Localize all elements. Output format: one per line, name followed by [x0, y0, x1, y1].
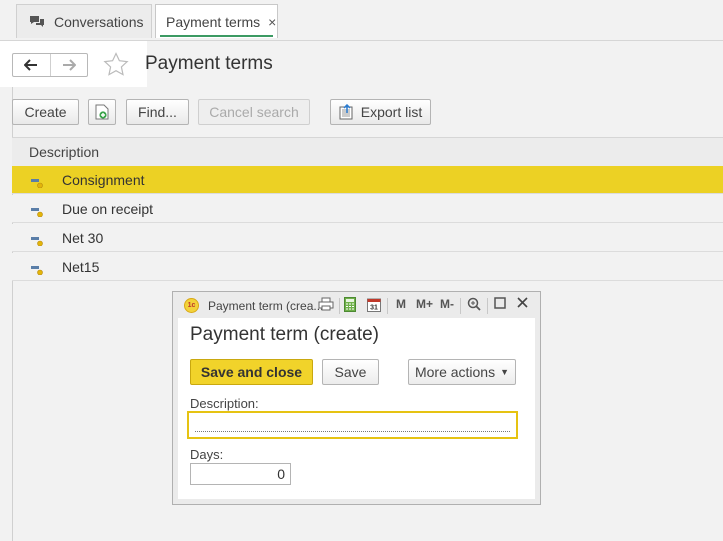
arrow-right-icon — [62, 59, 76, 71]
row-label: Due on receipt — [62, 201, 154, 217]
app-logo-icon: 1c — [184, 298, 199, 313]
description-label: Description: — [190, 396, 259, 411]
divider — [487, 298, 488, 314]
export-list-button[interactable]: Export list — [330, 99, 431, 125]
catalog-item-icon — [31, 262, 43, 278]
row-label: Net 30 — [62, 230, 104, 246]
copy-button[interactable] — [88, 99, 116, 125]
catalog-item-icon — [31, 233, 43, 249]
tab-payment-terms[interactable]: Payment terms × — [155, 4, 278, 38]
dialog-title-bar[interactable]: 1c Payment term (crea... 31 M M+ M- — [173, 292, 540, 318]
maximize-icon[interactable] — [494, 297, 506, 312]
payment-term-dialog: 1c Payment term (crea... 31 M M+ M- Paym… — [172, 291, 541, 505]
tab-label: Conversations — [54, 13, 144, 30]
cancel-search-button[interactable]: Cancel search — [198, 99, 310, 125]
arrow-left-icon — [24, 59, 38, 71]
more-actions-label: More actions — [414, 364, 496, 380]
more-actions-button[interactable]: More actions ▼ — [408, 359, 516, 385]
days-field[interactable]: 0 — [190, 463, 291, 485]
dialog-window-title: Payment term (crea... — [208, 299, 324, 313]
calendar-icon[interactable]: 31 — [367, 297, 381, 315]
save-button[interactable]: Save — [322, 359, 379, 385]
memory-store-button[interactable]: M — [396, 297, 406, 311]
divider — [387, 298, 388, 314]
memory-subtract-button[interactable]: M- — [440, 297, 454, 311]
page-title: Payment terms — [145, 53, 273, 74]
description-field[interactable] — [187, 411, 518, 439]
chevron-down-icon: ▼ — [500, 367, 510, 377]
star-icon[interactable] — [103, 52, 129, 79]
days-label: Days: — [190, 447, 224, 462]
dialog-body: Payment term (create) Save and close Sav… — [178, 318, 535, 499]
table-row[interactable]: Net15 — [12, 253, 723, 281]
find-button[interactable]: Find... — [126, 99, 189, 125]
dialog-heading: Payment term (create) — [190, 324, 379, 345]
tab-conversations[interactable]: Conversations — [16, 4, 152, 38]
svg-text:31: 31 — [370, 305, 378, 312]
divider — [460, 298, 461, 314]
close-icon[interactable] — [517, 297, 528, 311]
close-icon[interactable]: × — [268, 14, 276, 30]
export-list-label: Export list — [360, 104, 423, 120]
calculator-icon[interactable] — [344, 297, 356, 315]
divider — [339, 298, 340, 314]
memory-add-button[interactable]: M+ — [416, 297, 433, 311]
export-icon — [339, 104, 361, 120]
save-and-close-button[interactable]: Save and close — [190, 359, 313, 385]
catalog-item-icon — [31, 175, 43, 191]
table-header[interactable]: Description — [12, 137, 723, 167]
table-row[interactable]: Due on receipt — [12, 195, 723, 223]
document-add-icon — [95, 104, 109, 120]
active-tab-indicator — [160, 35, 273, 37]
catalog-item-icon — [31, 204, 43, 220]
create-button[interactable]: Create — [12, 99, 79, 125]
input-underline — [195, 431, 510, 432]
forward-button[interactable] — [51, 54, 88, 76]
zoom-icon[interactable] — [467, 297, 481, 314]
table-row[interactable]: Consignment — [12, 166, 723, 194]
tab-label: Payment terms — [166, 13, 261, 30]
column-header-description: Description — [29, 144, 100, 160]
row-label: Consignment — [62, 172, 145, 188]
navigation-buttons — [12, 53, 88, 77]
row-label: Net15 — [62, 259, 100, 275]
print-icon[interactable] — [318, 297, 334, 314]
table-row[interactable]: Net 30 — [12, 224, 723, 252]
back-button[interactable] — [13, 54, 51, 76]
tab-bar: Conversations Payment terms × — [0, 0, 723, 41]
conversations-icon — [29, 15, 45, 29]
